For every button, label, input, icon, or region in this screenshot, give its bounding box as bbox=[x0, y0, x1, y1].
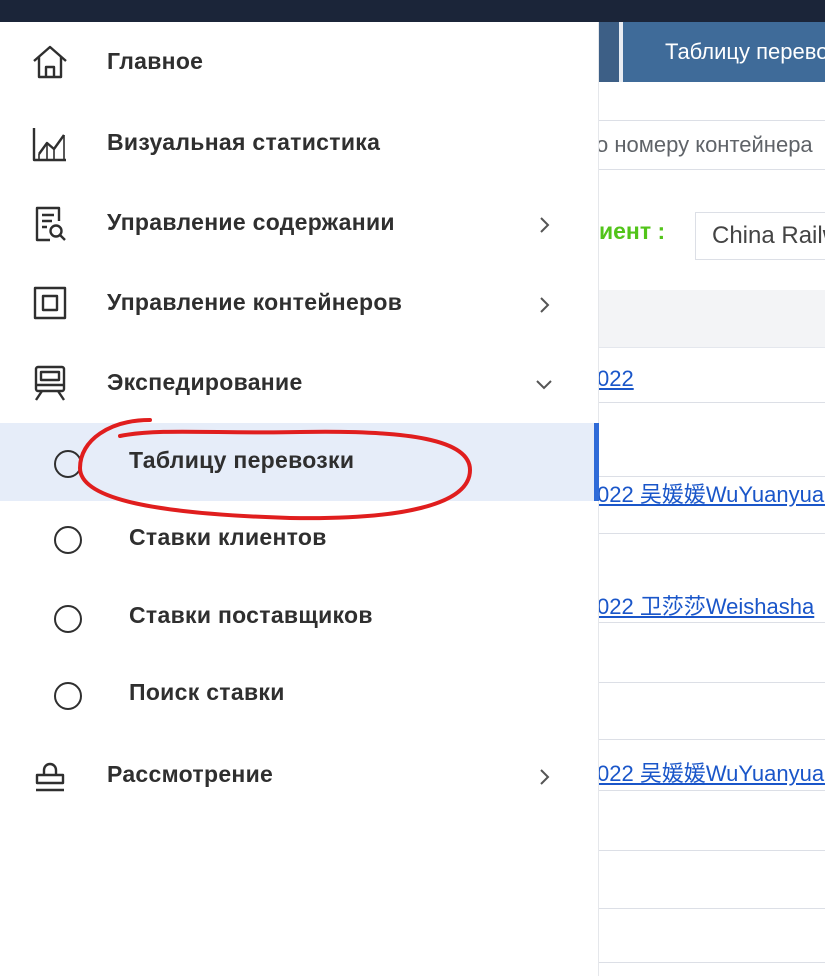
submenu-item-label: Ставки клиентов bbox=[129, 524, 327, 550]
document-search-icon bbox=[30, 204, 70, 244]
circle-icon bbox=[54, 605, 82, 633]
table-row-link[interactable]: 022 卫莎莎Weishasha bbox=[599, 589, 814, 621]
sidebar-item-label: Визуальная статистика bbox=[107, 129, 381, 155]
sidebar-item-label: Рассмотрение bbox=[107, 761, 274, 787]
submenu-item-label: Ставки поставщиков bbox=[129, 602, 373, 628]
table-header bbox=[599, 290, 825, 348]
sidebar-item-review[interactable]: Рассмотрение bbox=[0, 735, 599, 815]
table-row-divider bbox=[599, 850, 825, 851]
table-row-divider bbox=[599, 402, 825, 403]
sidebar-item-label: Экспедирование bbox=[107, 369, 303, 395]
sidebar-item-label: Управление содержании bbox=[107, 209, 395, 235]
sidebar-item-label: Главное bbox=[107, 48, 204, 74]
chevron-down-icon bbox=[533, 373, 555, 395]
circle-icon bbox=[54, 450, 82, 478]
circle-icon bbox=[54, 526, 82, 554]
table-row-divider bbox=[599, 739, 825, 740]
submenu-item-rate-search[interactable]: Поиск ставки bbox=[0, 657, 599, 735]
table-row-divider bbox=[599, 908, 825, 909]
submenu-item-label: Поиск ставки bbox=[129, 679, 285, 705]
client-select[interactable]: China Railway bbox=[695, 212, 825, 260]
table-row-link[interactable]: 022 bbox=[599, 366, 634, 392]
home-icon bbox=[30, 42, 70, 82]
sidebar-menu: Главное Визуальная статистика Управление… bbox=[0, 22, 599, 976]
chevron-right-icon bbox=[533, 214, 555, 236]
sidebar-item-content-management[interactable]: Управление содержании bbox=[0, 182, 599, 262]
chevron-right-icon bbox=[533, 294, 555, 316]
train-icon bbox=[30, 363, 70, 403]
submenu-item-transport-table[interactable]: Таблицу перевозки bbox=[0, 423, 599, 501]
chevron-right-icon bbox=[533, 766, 555, 788]
table-row-link[interactable]: 022 吴媛媛WuYuanyuan bbox=[599, 477, 825, 509]
stamp-icon bbox=[30, 755, 70, 795]
submenu-item-label: Таблицу перевозки bbox=[129, 447, 355, 473]
top-bar bbox=[0, 0, 825, 22]
table-row-divider bbox=[599, 790, 825, 791]
tab-transport-table[interactable]: Таблицу перевозки bbox=[623, 22, 825, 82]
container-icon bbox=[30, 283, 70, 323]
chart-icon bbox=[30, 124, 70, 164]
sidebar-item-forwarding[interactable]: Экспедирование bbox=[0, 342, 599, 422]
main-content: Таблицу перевозки о номеру контейнера ие… bbox=[599, 22, 825, 976]
table-row-divider bbox=[599, 622, 825, 623]
submenu-item-client-rates[interactable]: Ставки клиентов bbox=[0, 501, 599, 579]
tab-strip: Таблицу перевозки bbox=[599, 22, 825, 82]
circle-icon bbox=[54, 682, 82, 710]
sidebar-item-statistics[interactable]: Визуальная статистика bbox=[0, 102, 599, 182]
submenu-item-supplier-rates[interactable]: Ставки поставщиков bbox=[0, 579, 599, 657]
table-row-divider bbox=[599, 962, 825, 963]
sidebar-item-label: Управление контейнеров bbox=[107, 289, 403, 315]
sidebar-item-home[interactable]: Главное bbox=[0, 22, 599, 102]
tab-previous[interactable] bbox=[599, 22, 619, 82]
sidebar-item-container-management[interactable]: Управление контейнеров bbox=[0, 262, 599, 342]
client-filter-label: иент : bbox=[599, 218, 666, 244]
table-row-divider bbox=[599, 682, 825, 683]
table-row-divider bbox=[599, 533, 825, 534]
table-row-link[interactable]: 022 吴媛媛WuYuanyuan bbox=[599, 756, 825, 788]
container-number-search-input[interactable]: о номеру контейнера bbox=[599, 120, 825, 170]
